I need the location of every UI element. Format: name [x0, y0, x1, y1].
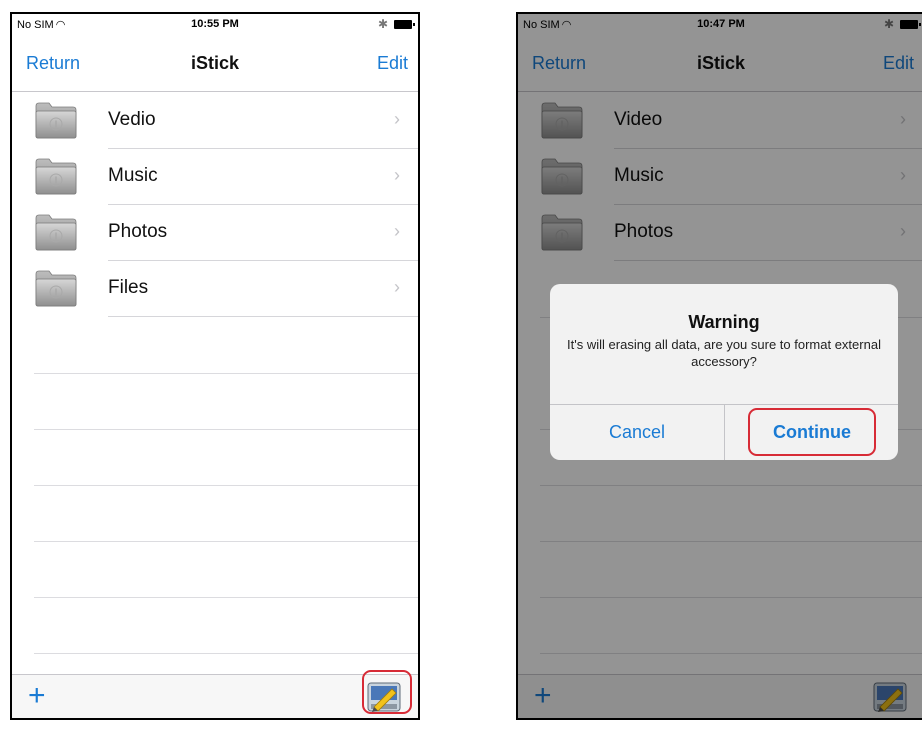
folder-label: Vedio: [108, 109, 156, 130]
bottom-toolbar: +: [12, 674, 418, 718]
warning-alert-dialog: Warning It's will erasing all data, are …: [550, 284, 898, 460]
row-separator: [34, 541, 418, 542]
folder-icon: [34, 212, 78, 252]
chevron-right-icon: ›: [394, 109, 400, 129]
status-bar: No SIM ◠ 10:55 PM ✱: [12, 14, 418, 36]
folder-row-music[interactable]: Music ›: [12, 149, 418, 205]
row-separator: [34, 429, 418, 430]
row-separator: [34, 597, 418, 598]
phone-screen-right: No SIM ◠ 10:47 PM ✱ Return iStick Edit Vi…: [516, 12, 922, 720]
chevron-right-icon: ›: [394, 165, 400, 185]
folder-icon: [34, 100, 78, 140]
alert-message: It's will erasing all data, are you sure…: [567, 337, 881, 369]
row-separator: [34, 373, 418, 374]
folder-row-vedio[interactable]: Vedio ›: [12, 93, 418, 149]
folder-label: Photos: [108, 221, 168, 242]
folder-label: Music: [108, 165, 158, 186]
cancel-button[interactable]: Cancel: [550, 404, 724, 460]
folder-icon: [34, 156, 78, 196]
phone-screen-left: No SIM ◠ 10:55 PM ✱ Return iStick Edit Ve…: [10, 12, 420, 720]
add-button[interactable]: +: [28, 679, 46, 713]
folder-row-files[interactable]: Files ›: [12, 261, 418, 317]
row-separator: [34, 485, 418, 486]
folder-label: Files: [108, 277, 149, 298]
status-time: 10:55 PM: [191, 18, 239, 30]
battery-icon: [394, 20, 415, 29]
row-separator: [34, 653, 418, 654]
bluetooth-icon: ✱: [377, 17, 388, 31]
folder-list: Vedio › Music › Photos › Files ›: [12, 93, 418, 317]
folder-row-photos[interactable]: Photos ›: [12, 205, 418, 261]
highlight-box: [748, 408, 876, 456]
navigation-bar: Return iStick Edit: [12, 36, 418, 92]
chevron-right-icon: ›: [394, 277, 400, 297]
highlight-box: [362, 670, 412, 714]
alert-title: Warning: [688, 312, 760, 332]
edit-button[interactable]: Edit: [377, 53, 408, 74]
empty-table-area: [12, 317, 418, 677]
nav-title: iStick: [190, 53, 240, 73]
chevron-right-icon: ›: [394, 221, 400, 241]
folder-icon: [34, 268, 78, 308]
